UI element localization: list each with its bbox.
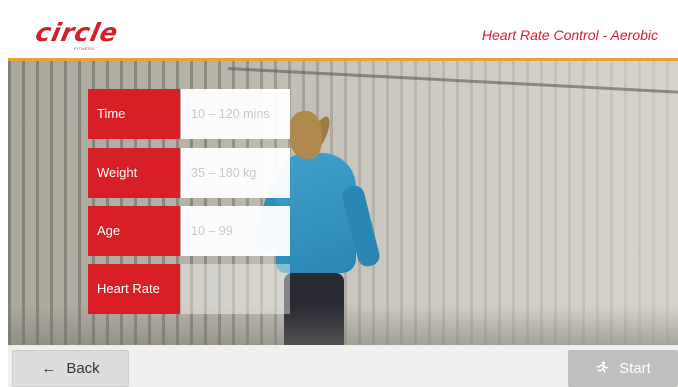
age-label: Age — [88, 206, 180, 256]
heart-rate-row: Heart Rate — [88, 264, 290, 314]
logo-wordmark: circle — [33, 18, 122, 47]
heart-rate-input[interactable] — [181, 264, 290, 314]
footer-bar: ← Back Start — [8, 345, 678, 387]
logo-subtitle: FITNESS — [74, 46, 95, 51]
program-title: Heart Rate Control - Aerobic — [481, 27, 658, 43]
weight-label: Weight — [88, 148, 180, 198]
time-row: Time 10 – 120 mins — [88, 89, 290, 139]
age-input[interactable]: 10 – 99 — [181, 206, 290, 256]
weight-input[interactable]: 35 – 180 kg — [181, 148, 290, 198]
app-frame: circle FITNESS Heart Rate Control - Aero… — [8, 8, 678, 387]
heart-rate-label: Heart Rate — [88, 264, 180, 314]
arrow-left-icon: ← — [41, 360, 57, 377]
brand-logo: circle FITNESS — [33, 18, 146, 52]
time-input[interactable]: 10 – 120 mins — [181, 89, 290, 139]
start-button-label: Start — [619, 360, 651, 377]
age-row: Age 10 – 99 — [88, 206, 290, 256]
back-button[interactable]: ← Back — [12, 350, 129, 387]
header: circle FITNESS Heart Rate Control - Aero… — [8, 8, 678, 61]
start-button[interactable]: Start — [568, 350, 678, 387]
runner-icon — [595, 350, 609, 387]
time-label: Time — [88, 89, 180, 139]
weight-row: Weight 35 – 180 kg — [88, 148, 290, 198]
back-button-label: Back — [66, 360, 100, 377]
